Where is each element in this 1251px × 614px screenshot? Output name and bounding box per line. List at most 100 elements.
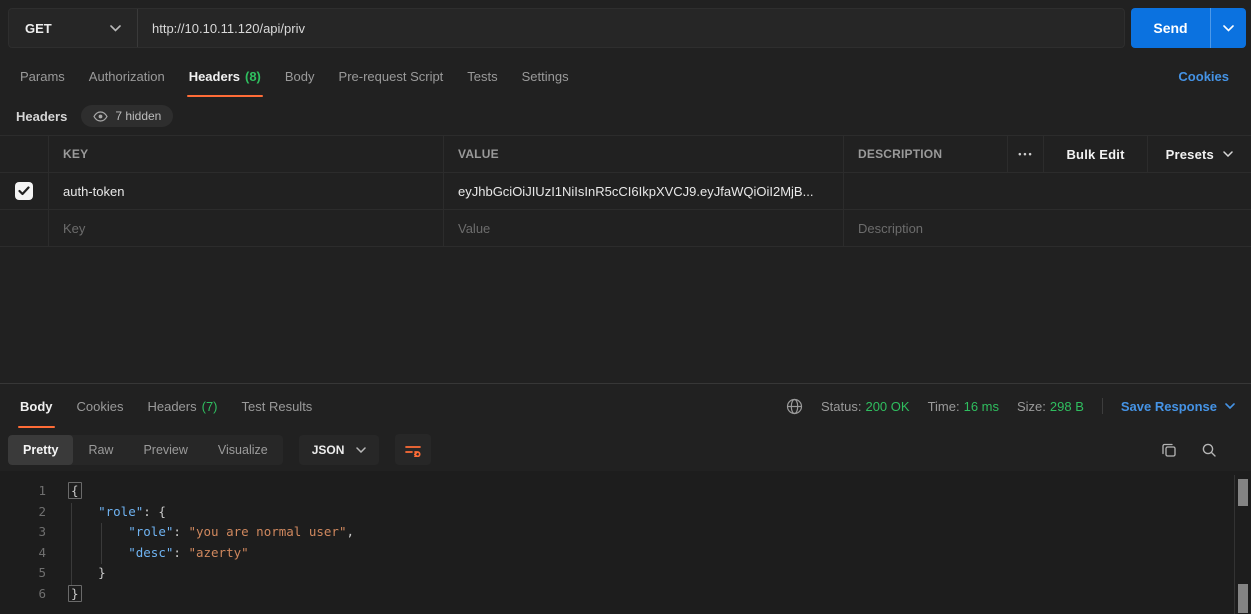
view-preview[interactable]: Preview xyxy=(128,435,202,465)
tab-label: Test Results xyxy=(242,399,313,414)
time-item: Time: 16 ms xyxy=(928,399,999,414)
column-value: VALUE xyxy=(443,136,843,172)
scrollbar-marker xyxy=(1238,584,1248,613)
scrollbar-thumb[interactable] xyxy=(1238,479,1248,506)
tab-authorization[interactable]: Authorization xyxy=(77,56,177,97)
response-tab-cookies[interactable]: Cookies xyxy=(65,384,136,428)
table-header-row: KEY VALUE DESCRIPTION ••• Bulk Edit Pres… xyxy=(0,136,1251,173)
view-pretty[interactable]: Pretty xyxy=(8,435,73,465)
tab-label: Authorization xyxy=(89,69,165,84)
cookies-link[interactable]: Cookies xyxy=(1178,69,1229,84)
request-tabs: Params Authorization Headers (8) Body Pr… xyxy=(0,56,1251,97)
response-meta: Status:200 OK Time: 16 ms Size:298 B Save… xyxy=(786,398,1243,415)
response-body-editor[interactable]: 1{2 "role": {3 "role": "you are normal u… xyxy=(0,471,1251,614)
tab-label: Tests xyxy=(467,69,497,84)
headers-title: Headers xyxy=(16,109,67,124)
indent-guide xyxy=(101,523,102,564)
response-tabs-row: Body Cookies Headers (7) Test Results St… xyxy=(0,384,1251,428)
header-key-cell[interactable]: auth-token xyxy=(48,173,443,209)
send-split-button: Send xyxy=(1131,8,1246,48)
table-header-controls: ••• Bulk Edit Presets xyxy=(1007,136,1251,172)
header-value: eyJhbGciOiJIUzI1NiIsInR5cCI6IkpXVCJ9.eyJ… xyxy=(458,184,813,199)
column-key: KEY xyxy=(48,136,443,172)
size-value: 298 B xyxy=(1050,399,1084,414)
response-tab-body[interactable]: Body xyxy=(8,384,65,428)
response-tab-test-results[interactable]: Test Results xyxy=(230,384,325,428)
new-description-input[interactable] xyxy=(844,221,1251,236)
header-value-cell[interactable]: eyJhbGciOiJIUzI1NiIsInR5cCI6IkpXVCJ9.eyJ… xyxy=(443,173,843,209)
table-row: auth-token eyJhbGciOiJIUzI1NiIsInR5cCI6I… xyxy=(0,173,1251,210)
url-bar: GET xyxy=(8,8,1125,48)
tab-params[interactable]: Params xyxy=(8,56,77,97)
chevron-down-icon xyxy=(1223,151,1233,157)
time-label: Time: xyxy=(928,399,960,414)
wrap-text-button[interactable] xyxy=(395,434,431,465)
copy-icon[interactable] xyxy=(1161,442,1177,458)
globe-icon[interactable] xyxy=(786,398,803,415)
new-key-input[interactable] xyxy=(63,221,429,236)
header-select-cell xyxy=(0,136,48,172)
response-toolbar: Pretty Raw Preview Visualize JSON xyxy=(0,428,1251,471)
new-value-cell xyxy=(443,210,843,246)
chevron-down-icon xyxy=(1225,403,1235,409)
presets-label: Presets xyxy=(1166,147,1214,162)
meta-divider xyxy=(1102,398,1103,414)
hidden-headers-toggle[interactable]: 7 hidden xyxy=(81,105,173,127)
chevron-down-icon xyxy=(110,25,121,32)
save-response-button[interactable]: Save Response xyxy=(1121,399,1235,414)
tab-label: Body xyxy=(20,399,53,414)
tab-tests[interactable]: Tests xyxy=(455,56,509,97)
time-value: 16 ms xyxy=(964,399,999,414)
tab-label: Settings xyxy=(522,69,569,84)
tab-body[interactable]: Body xyxy=(273,56,327,97)
view-visualize[interactable]: Visualize xyxy=(203,435,283,465)
method-selector[interactable]: GET xyxy=(9,9,137,47)
eye-icon xyxy=(93,111,108,122)
tab-label: Params xyxy=(20,69,65,84)
method-label: GET xyxy=(25,21,52,36)
indent-guide xyxy=(71,503,72,585)
search-icon[interactable] xyxy=(1201,442,1217,458)
headers-subheader: Headers 7 hidden xyxy=(0,97,1251,135)
tab-label: Body xyxy=(285,69,315,84)
status-label: Status: xyxy=(821,399,861,414)
request-bar: GET Send xyxy=(0,0,1251,56)
code-lines: 1{2 "role": {3 "role": "you are normal u… xyxy=(0,481,1251,604)
status-item: Status:200 OK xyxy=(821,399,910,414)
presets-dropdown[interactable]: Presets xyxy=(1147,136,1251,172)
row-checkbox[interactable] xyxy=(15,182,33,200)
new-key-cell xyxy=(48,210,443,246)
table-new-row xyxy=(0,210,1251,247)
new-description-cell xyxy=(843,210,1251,246)
tab-settings[interactable]: Settings xyxy=(510,56,581,97)
view-raw[interactable]: Raw xyxy=(73,435,128,465)
view-mode-switch: Pretty Raw Preview Visualize xyxy=(8,435,283,465)
bulk-edit-button[interactable]: Bulk Edit xyxy=(1043,136,1146,172)
postman-window: GET Send Params Authorization Headers (8… xyxy=(0,0,1251,614)
chevron-down-icon xyxy=(356,447,366,453)
chevron-down-icon xyxy=(1223,25,1234,32)
url-input[interactable] xyxy=(138,9,1124,47)
header-description-cell[interactable] xyxy=(843,173,1251,209)
headers-table: KEY VALUE DESCRIPTION ••• Bulk Edit Pres… xyxy=(0,135,1251,247)
tab-pre-request-script[interactable]: Pre-request Script xyxy=(327,56,456,97)
text-wrap-icon xyxy=(404,443,422,457)
column-description: DESCRIPTION xyxy=(858,147,942,161)
new-value-input[interactable] xyxy=(458,221,829,236)
editor-tools xyxy=(1161,442,1243,458)
more-options-button[interactable]: ••• xyxy=(1007,136,1043,172)
send-options-button[interactable] xyxy=(1210,8,1246,48)
tab-label: Cookies xyxy=(77,399,124,414)
save-response-label: Save Response xyxy=(1121,399,1217,414)
column-description-cell: DESCRIPTION ••• Bulk Edit Presets xyxy=(843,136,1251,172)
size-item: Size:298 B xyxy=(1017,399,1084,414)
response-tab-headers[interactable]: Headers (7) xyxy=(135,384,229,428)
row-select-cell xyxy=(0,173,48,209)
editor-scrollbar[interactable] xyxy=(1234,475,1251,614)
format-dropdown[interactable]: JSON xyxy=(299,435,380,465)
new-row-select-cell xyxy=(0,210,48,246)
send-button[interactable]: Send xyxy=(1131,8,1210,48)
tab-headers[interactable]: Headers (8) xyxy=(177,56,273,97)
empty-area xyxy=(0,247,1251,383)
tab-label: Headers xyxy=(147,399,196,414)
